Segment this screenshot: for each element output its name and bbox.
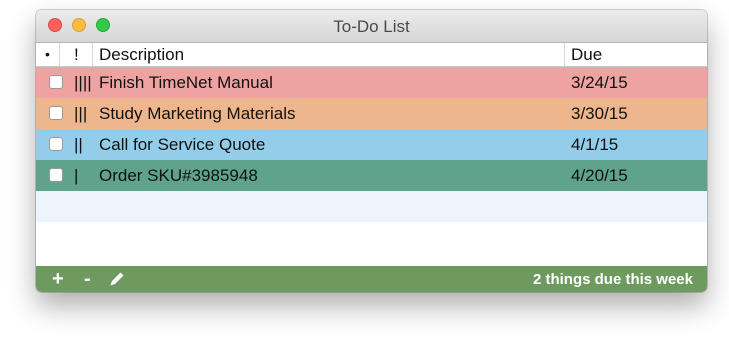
task-due-date: 4/1/15 [571, 135, 619, 154]
remove-task-button[interactable]: - [84, 268, 91, 290]
task-due-date: 4/20/15 [571, 166, 628, 185]
window-title: To-Do List [333, 17, 410, 36]
pencil-icon[interactable] [108, 270, 126, 292]
task-priority: || [74, 135, 83, 154]
task-done-checkbox[interactable] [49, 168, 63, 182]
task-done-checkbox[interactable] [49, 137, 63, 151]
todo-window: To-Do List • ! Description Due |||| Fini… [36, 10, 707, 292]
task-description: Call for Service Quote [99, 135, 266, 154]
task-description: Study Marketing Materials [99, 104, 296, 123]
title-bar[interactable]: To-Do List [36, 10, 707, 43]
column-header-due[interactable]: Due [565, 43, 707, 66]
column-header-description[interactable]: Description [93, 43, 565, 66]
task-row[interactable]: || Call for Service Quote 4/1/15 [36, 129, 707, 160]
task-due-date: 3/24/15 [571, 73, 628, 92]
task-description: Finish TimeNet Manual [99, 73, 273, 92]
empty-row [36, 222, 707, 253]
task-list: |||| Finish TimeNet Manual 3/24/15 ||| S… [36, 67, 707, 253]
task-row[interactable]: |||| Finish TimeNet Manual 3/24/15 [36, 67, 707, 98]
task-row[interactable]: ||| Study Marketing Materials 3/30/15 [36, 98, 707, 129]
task-done-checkbox[interactable] [49, 75, 63, 89]
column-header-done[interactable]: • [36, 43, 60, 66]
task-priority: |||| [74, 73, 92, 92]
task-row[interactable]: | Order SKU#3985948 4/20/15 [36, 160, 707, 191]
empty-row [36, 191, 707, 222]
task-priority: ||| [74, 104, 88, 123]
column-header-priority[interactable]: ! [60, 43, 93, 66]
add-task-button[interactable]: + [52, 268, 64, 290]
table-header: • ! Description Due [36, 43, 707, 67]
task-priority: | [74, 166, 79, 185]
task-done-checkbox[interactable] [49, 106, 63, 120]
task-description: Order SKU#3985948 [99, 166, 258, 185]
task-due-date: 3/30/15 [571, 104, 628, 123]
due-status-text: 2 things due this week [532, 271, 693, 288]
bottom-toolbar: + - 2 things due this week [36, 266, 707, 292]
